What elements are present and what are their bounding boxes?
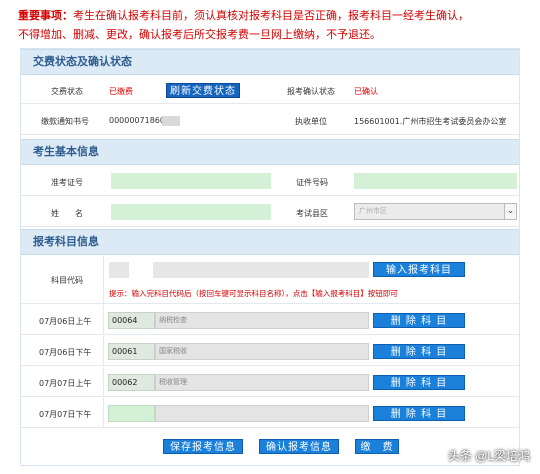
subject-time-3: 07月07日上午 [39, 379, 92, 388]
notice-heading: 重要事项： [18, 9, 73, 22]
column-divider [103, 305, 104, 334]
subject-name-2: 国家税收 [155, 343, 369, 360]
section-basic-title: 考生基本信息 [21, 139, 519, 165]
column-divider [103, 336, 104, 365]
notice-line2: 不得增加、删减、更改，确认报考后所交报考费一旦网上缴纳，不予退还。 [18, 28, 381, 41]
exam-id-field[interactable] [111, 173, 271, 189]
exam-id-row: 准考证号 证件号码 [21, 166, 519, 196]
subject-hint: 提示：输入完科目代码后（按回车键可显示科目名称），点击【输入报考科目】按钮即可 [109, 289, 398, 298]
exam-area-label: 考试县区 [296, 209, 328, 218]
exam-area-value: 广州市区 [359, 207, 387, 215]
column-divider [103, 367, 104, 396]
registration-panel: 交费状态及确认状态 交费状态 已缴费 刷新交费状态 报考确认状态 已确认 缴款通… [20, 48, 520, 466]
name-row: 姓 名 考试县区 广州市区 ⌄ [21, 197, 519, 227]
subject-row-2: 07月06日下午 00061 国家税收 删 除 科 目 [21, 336, 519, 366]
notice-number-row: 缴款通知书号 0000007186000 执收单位 156601001.广州市招… [21, 105, 519, 135]
notice-number-label: 缴款通知书号 [41, 117, 89, 126]
name-field[interactable] [111, 204, 271, 220]
input-subject-button[interactable]: 输入报考科目 [373, 262, 465, 277]
delete-subject-button-1[interactable]: 删 除 科 目 [373, 313, 465, 328]
subject-code-2[interactable]: 00061 [108, 343, 155, 360]
subject-code-input[interactable] [153, 262, 369, 278]
confirm-registration-button[interactable]: 确认报考信息 [259, 439, 339, 454]
section-payment-title: 交费状态及确认状态 [21, 49, 519, 75]
subject-row-4: 07月07日下午 删 除 科 目 [21, 398, 519, 428]
delete-subject-button-3[interactable]: 删 除 科 目 [373, 375, 465, 390]
fee-status-value: 已缴费 [109, 87, 133, 96]
notice-number-redacted [162, 116, 180, 126]
subject-code-prefix-field[interactable] [109, 262, 129, 278]
subject-code-label: 科目代码 [51, 276, 83, 285]
refresh-fee-status-button[interactable]: 刷新交费状态 [166, 83, 240, 98]
cert-number-field[interactable] [354, 173, 517, 189]
subject-name-3: 税收管理 [155, 374, 369, 391]
exam-id-label: 准考证号 [51, 178, 83, 187]
collecting-unit-label: 执收单位 [295, 117, 327, 126]
subject-name-1: 纳税检查 [155, 312, 369, 329]
delete-subject-button-2[interactable]: 删 除 科 目 [373, 344, 465, 359]
subject-code-4[interactable] [108, 405, 155, 422]
fee-status-row: 交费状态 已缴费 刷新交费状态 报考确认状态 已确认 [21, 76, 519, 104]
column-divider [103, 256, 104, 303]
subject-name-4 [155, 405, 369, 422]
subject-time-2: 07月06日下午 [39, 348, 92, 357]
collecting-unit-value: 156601001.广州市招生考试委员会办公室 [354, 117, 507, 126]
chevron-down-icon[interactable]: ⌄ [504, 204, 516, 219]
confirm-status-value: 已确认 [354, 87, 378, 96]
column-divider [103, 398, 104, 427]
subject-code-row: 科目代码 输入报考科目 提示：输入完科目代码后（按回车键可显示科目名称），点击【… [21, 256, 519, 304]
exam-area-select[interactable]: 广州市区 ⌄ [354, 203, 517, 220]
delete-subject-button-4[interactable]: 删 除 科 目 [373, 406, 465, 421]
subject-code-1[interactable]: 00064 [108, 312, 155, 329]
subject-row-1: 07月06日上午 00064 纳税检查 删 除 科 目 [21, 305, 519, 335]
notice: 重要事项：考生在确认报考科目前，须认真核对报考科目是否正确，报考科目一经考生确认… [18, 6, 530, 44]
cert-number-label: 证件号码 [296, 178, 328, 187]
name-label: 姓 名 [51, 209, 83, 218]
watermark: 头条 @L梁培鸿 [447, 449, 530, 463]
notice-line1: 考生在确认报考科目前，须认真核对报考科目是否正确，报考科目一经考生确认， [73, 9, 469, 22]
pay-button[interactable]: 缴 费 [355, 439, 399, 454]
subject-row-3: 07月07日上午 00062 税收管理 删 除 科 目 [21, 367, 519, 397]
subject-time-1: 07月06日上午 [39, 317, 92, 326]
subject-time-4: 07月07日下午 [39, 410, 92, 419]
confirm-status-label: 报考确认状态 [287, 87, 335, 96]
save-registration-button[interactable]: 保存报考信息 [163, 439, 243, 454]
fee-status-label: 交费状态 [51, 87, 83, 96]
subject-code-3[interactable]: 00062 [108, 374, 155, 391]
section-subjects-title: 报考科目信息 [21, 229, 519, 255]
